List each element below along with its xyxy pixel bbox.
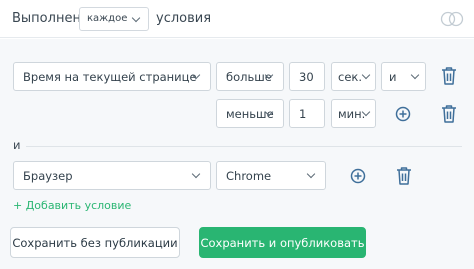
chevron-down-icon [191,169,201,179]
header-suffix: условия [156,11,212,26]
join-value: и [389,70,397,84]
parameter-value: Время на текущей странице [23,70,197,84]
trash-icon[interactable] [440,66,458,86]
operator-select-2[interactable]: меньше [216,99,284,128]
parameter-value-browser: Браузер [23,169,73,183]
add-condition-link[interactable]: + Добавить условие [13,199,131,212]
browser-value-select[interactable]: Chrome [216,161,326,190]
unit-value-2: мин. [338,107,366,121]
browser-value: Chrome [226,169,272,183]
save-and-publish-button[interactable]: Сохранить и опубликовать [199,227,366,258]
plus-circle-icon[interactable] [392,103,414,125]
plus-circle-icon[interactable] [347,165,369,187]
value-input-text-2: 1 [299,107,307,121]
conditions-header: Выполнено каждое условия [0,0,474,38]
chevron-down-icon [306,169,316,179]
parameter-select-browser[interactable]: Браузер [13,161,211,190]
parameter-select[interactable]: Время на текущей странице [13,62,211,91]
chevron-down-icon [410,70,420,80]
unit-select-2[interactable]: мин. [331,99,376,128]
operator-select[interactable]: больше [216,62,284,91]
join-select[interactable]: и [381,62,426,91]
toggle-icon[interactable] [440,11,464,27]
trash-icon[interactable] [440,104,458,124]
group-separator-label: и [13,138,21,152]
operator-value: больше [226,70,272,84]
header-prefix: Выполнено [12,11,89,26]
value-input-text: 30 [299,70,314,84]
unit-select[interactable]: сек. [331,62,376,91]
chevron-down-icon [131,13,141,23]
group-divider [26,146,462,147]
chevron-down-icon [361,70,371,80]
unit-value: сек. [338,70,362,84]
save-without-publish-button[interactable]: Сохранить без публикации [10,227,180,258]
trash-icon[interactable] [395,166,413,186]
value-input-2[interactable]: 1 [289,99,325,128]
value-input[interactable]: 30 [289,62,325,91]
match-mode-select[interactable]: каждое [79,7,149,31]
match-mode-value: каждое [87,13,128,24]
